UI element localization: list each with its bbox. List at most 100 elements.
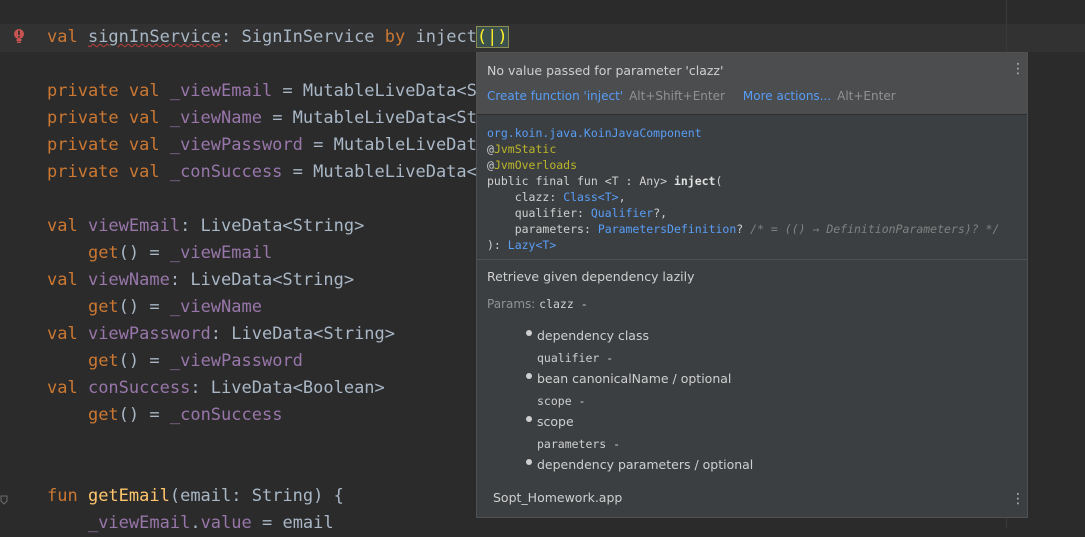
param-type-link[interactable]: Class<T> (563, 190, 618, 204)
param-suffix: ? (736, 222, 751, 236)
param-name: clazz (514, 190, 550, 204)
module-name: Sopt_Homework.app (493, 490, 623, 505)
code-line[interactable]: val viewName: LiveData<String> (47, 267, 508, 294)
code-token: _viewName (169, 297, 262, 317)
code-token: . (190, 513, 201, 533)
param-name: scope - (537, 390, 753, 412)
code-token: _viewName (169, 108, 262, 128)
code-line[interactable] (47, 429, 508, 456)
code-token: () = (118, 297, 170, 317)
code-token: get (87, 243, 119, 263)
code-token: by (384, 27, 416, 47)
code-token: = MutableLiveData (302, 135, 488, 155)
code-token: () = (118, 243, 170, 263)
code-line[interactable] (47, 186, 508, 213)
fold-marker-icon[interactable] (0, 490, 8, 505)
code-line[interactable]: get() = _conSuccess (47, 402, 508, 429)
code-token: : LiveData<String> (180, 216, 365, 236)
code-token: (email: String) { (169, 486, 344, 506)
code-token: _conSuccess (169, 162, 283, 182)
code-line[interactable]: val viewEmail: LiveData<String> (47, 213, 508, 240)
code-editor[interactable]: val signInService: SignInService by inje… (47, 24, 509, 537)
code-token: : LiveData<Boolean> (190, 378, 385, 398)
create-function-link[interactable]: Create function 'inject' (487, 89, 623, 103)
code-token: fun (47, 486, 88, 506)
code-line[interactable]: val conSuccess: LiveData<Boolean> (47, 375, 508, 402)
code-token: getEmail (87, 486, 170, 506)
package-link[interactable]: org.koin.java.KoinJavaComponent (487, 126, 702, 140)
params-header: Params: clazz - (487, 297, 588, 311)
function-signature: org.koin.java.KoinJavaComponent @JvmStat… (487, 126, 1000, 252)
annotation-jvmoverloads[interactable]: JvmOverloads (494, 158, 577, 172)
code-token: get (87, 405, 119, 425)
code-token: _viewPassword (169, 135, 303, 155)
code-line[interactable]: private val _viewName = MutableLiveData<… (47, 105, 508, 132)
code-line[interactable]: get() = _viewName (47, 294, 508, 321)
code-line[interactable]: val viewPassword: LiveData<String> (47, 321, 508, 348)
param-name: parameters - (537, 433, 753, 455)
code-line[interactable]: get() = _viewPassword (47, 348, 508, 375)
create-function-shortcut: Alt+Shift+Enter (629, 89, 725, 103)
param-text: bean canonicalName / optional (537, 371, 732, 386)
more-actions-link[interactable]: More actions... (743, 89, 831, 103)
code-line[interactable]: _viewEmail.value = email (47, 510, 508, 537)
code-line[interactable]: get() = _viewEmail (47, 240, 508, 267)
error-message: No value passed for parameter 'clazz' (487, 63, 724, 78)
code-token: val (47, 324, 88, 344)
code-token: _viewEmail (169, 243, 273, 263)
code-line[interactable] (47, 51, 508, 78)
code-token: val (47, 216, 88, 236)
kebab-menu-icon[interactable]: ⋮ (1011, 61, 1025, 77)
quick-fix-actions: Create function 'inject' Alt+Shift+Enter M… (487, 89, 914, 103)
params-label: Params: (487, 297, 536, 311)
code-token: private val (47, 162, 170, 182)
code-token: get (87, 297, 119, 317)
first-param-name: clazz - (539, 297, 588, 311)
code-token: = MutableLiveData<St (272, 81, 488, 101)
param-description: scope (525, 411, 753, 433)
code-token: _viewEmail (169, 81, 273, 101)
divider (477, 259, 1027, 260)
code-token: : SignInService (221, 27, 385, 47)
code-line[interactable]: private val _conSuccess = MutableLiveDat… (47, 159, 508, 186)
param-description: dependency parameters / optional (525, 454, 753, 476)
code-token: private val (47, 108, 170, 128)
code-token: _viewEmail (87, 513, 191, 533)
code-line[interactable]: private val _viewEmail = MutableLiveData… (47, 78, 508, 105)
code-token: val (47, 270, 88, 290)
code-token: get (87, 351, 119, 371)
param-text: qualifier - (537, 350, 614, 365)
error-bulb-icon[interactable] (12, 28, 26, 44)
quick-documentation-popup: No value passed for parameter 'clazz' ⋮ … (476, 52, 1028, 518)
code-token: inject (415, 27, 477, 47)
param-type-link[interactable]: Qualifier (591, 206, 653, 220)
code-line[interactable] (47, 456, 508, 483)
declaration-prefix: public final fun <T : Any> (487, 174, 674, 188)
more-actions-shortcut: Alt+Enter (837, 89, 896, 103)
doc-description: Retrieve given dependency lazily (487, 269, 695, 284)
param-text: scope (537, 414, 574, 429)
param-type-link[interactable]: ParametersDefinition (598, 222, 736, 236)
annotation-jvmstatic[interactable]: JvmStatic (494, 142, 556, 156)
code-token: conSuccess (87, 378, 191, 398)
code-line[interactable]: private val _viewPassword = MutableLiveD… (47, 132, 508, 159)
code-token: _conSuccess (169, 405, 283, 425)
param-name: parameters (514, 222, 584, 236)
return-type-link[interactable]: Lazy<T> (508, 238, 556, 252)
code-token: signInService (87, 27, 222, 47)
code-line[interactable]: val signInService: SignInService by inje… (47, 24, 509, 51)
param-name: qualifier (514, 206, 578, 220)
footer-kebab-menu-icon[interactable]: ⋮ (1011, 491, 1025, 507)
param-text: scope - (537, 393, 586, 408)
popup-footer: Sopt_Homework.app ⋮ (477, 483, 1027, 517)
code-token: = MutableLiveData<Str (261, 108, 488, 128)
code-line[interactable]: fun getEmail(email: String) { (47, 483, 508, 510)
code-token: : LiveData<String> (169, 270, 355, 290)
param-text: parameters - (537, 436, 621, 451)
param-description: dependency class (525, 325, 753, 347)
